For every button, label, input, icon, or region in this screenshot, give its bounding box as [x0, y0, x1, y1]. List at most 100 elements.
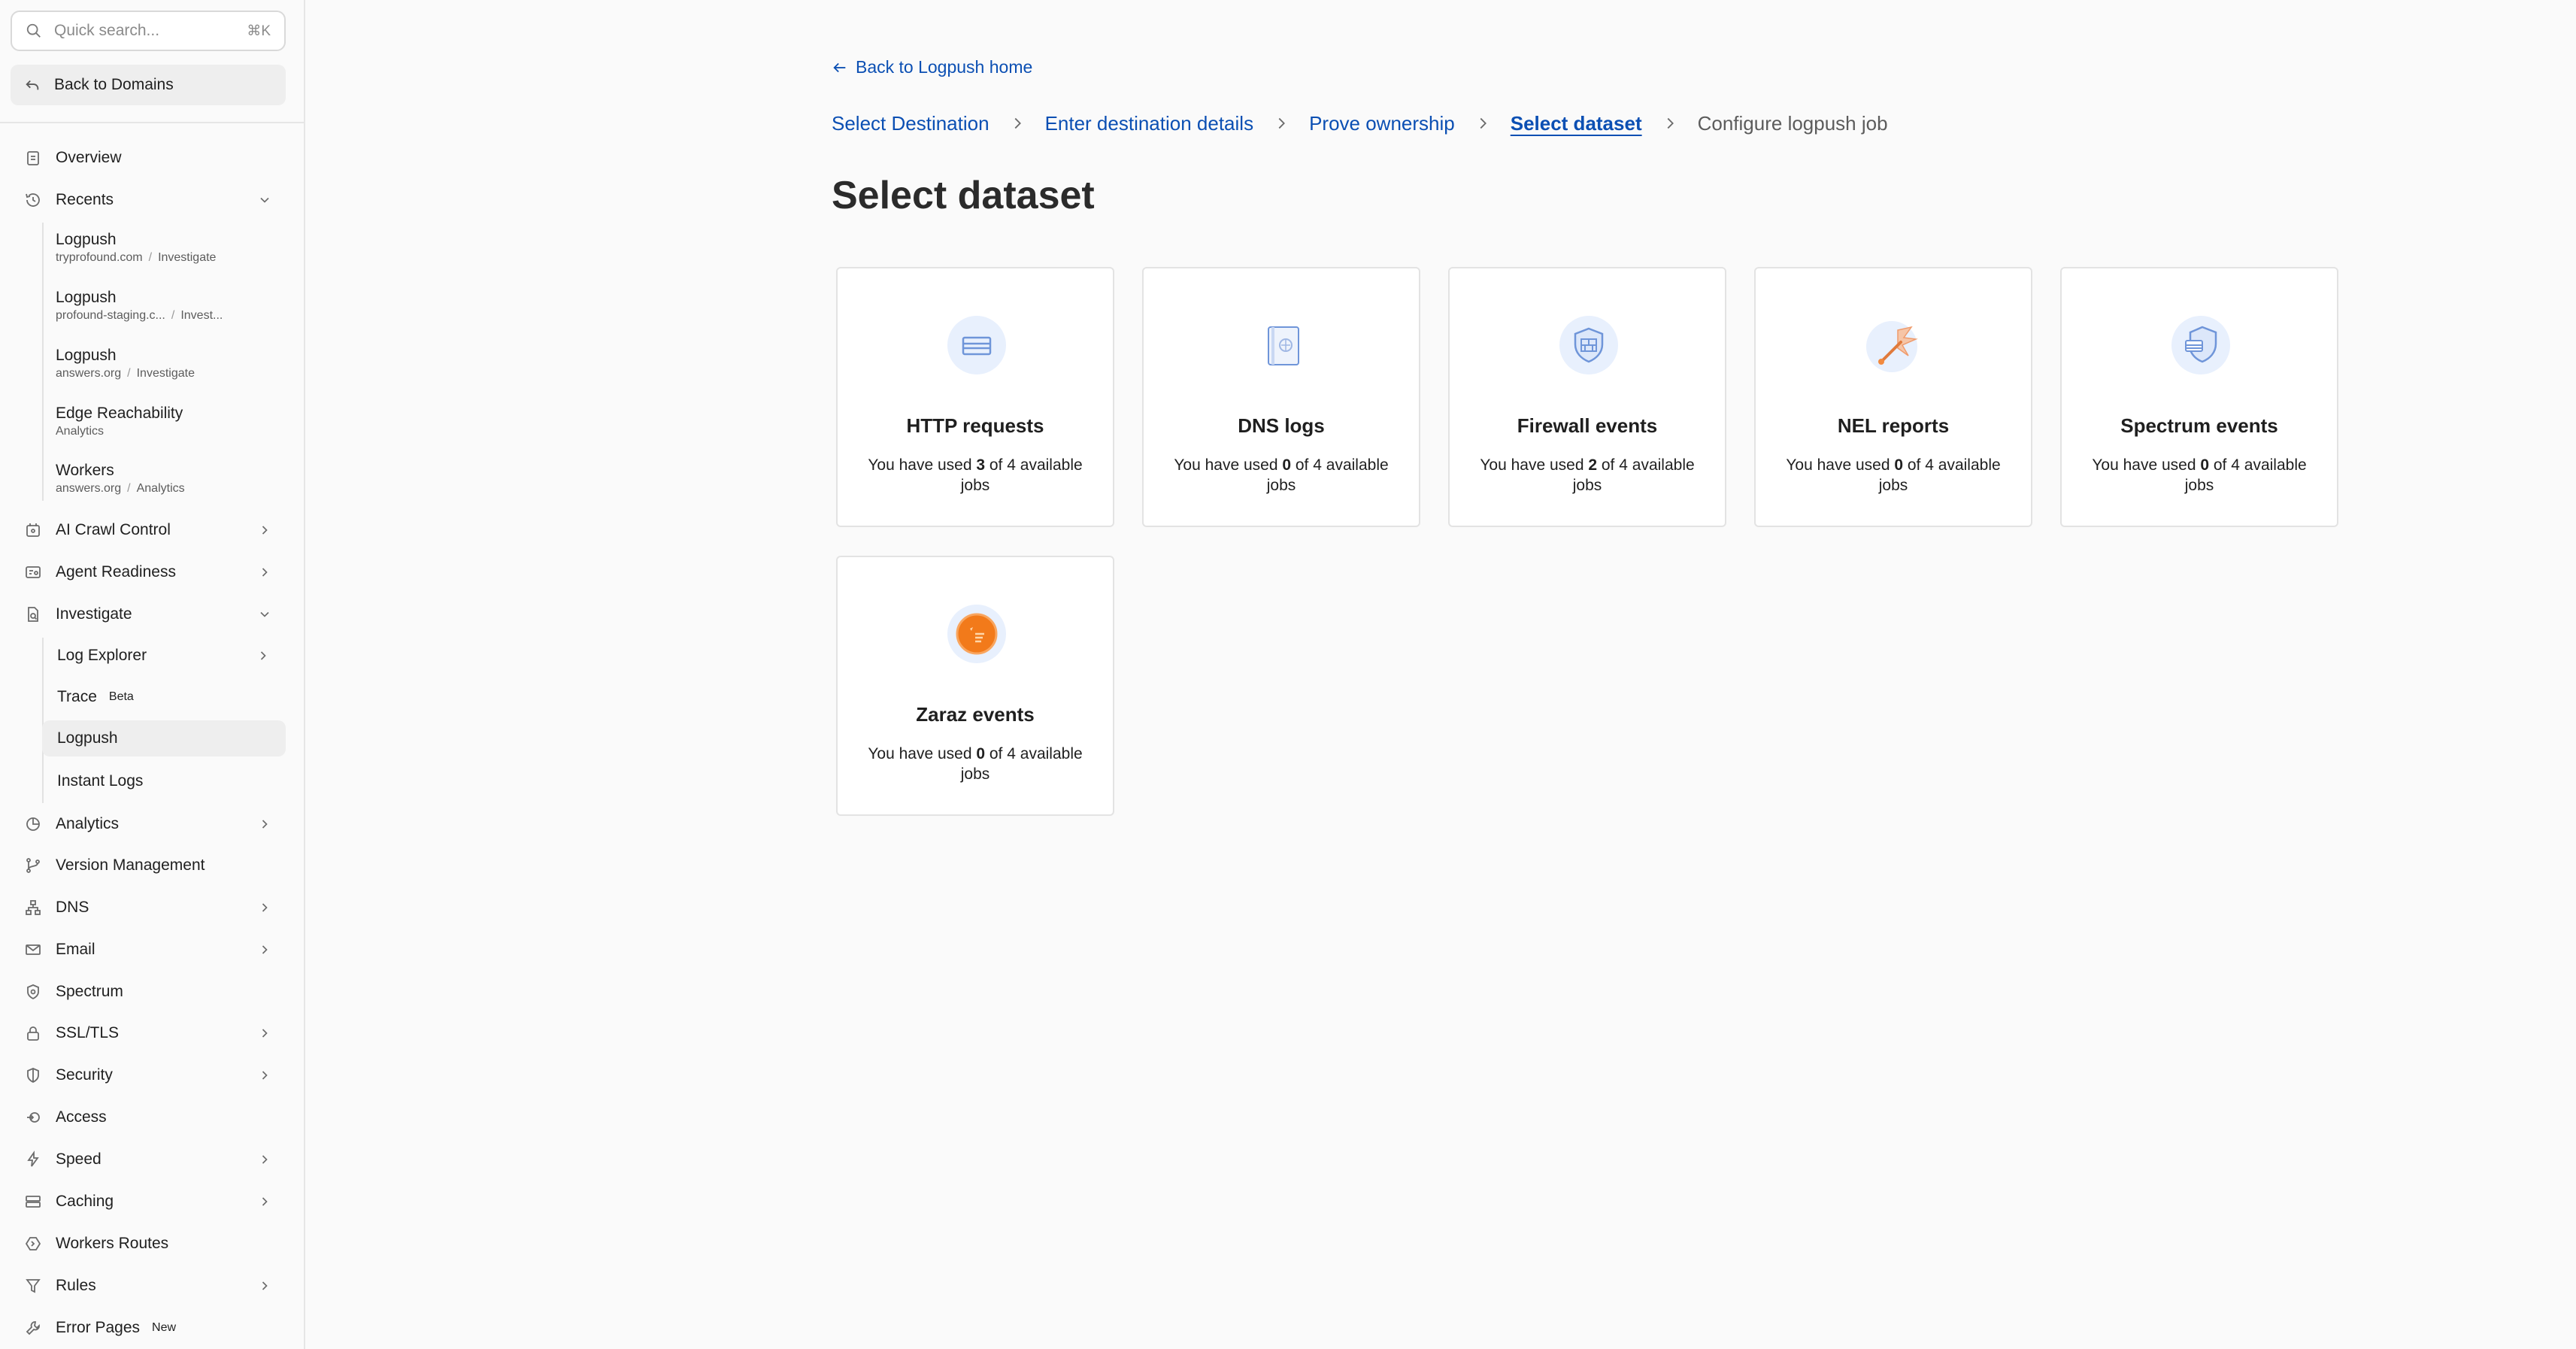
- dataset-card-dns-logs[interactable]: DNS logs You have used 0 of 4 available …: [1142, 267, 1420, 527]
- chevron-right-icon: [260, 651, 266, 660]
- sidebar-item-instant-logs[interactable]: Instant Logs: [42, 763, 286, 799]
- sidebar: Quick search... ⌘K Back to Domains Overv…: [0, 0, 305, 1349]
- beta-badge: Beta: [108, 690, 134, 703]
- shield-icon: [27, 984, 39, 1000]
- dns-logs-icon: [1268, 326, 1299, 365]
- storage-icon: [26, 1196, 41, 1208]
- spectrum-icon: [2171, 316, 2230, 374]
- chevron-right-icon: [262, 1029, 268, 1038]
- dataset-usage: You have used 2 of 4 available jobs: [1480, 456, 1695, 494]
- page-title: Select dataset: [832, 174, 1095, 217]
- sidebar-item-logpush[interactable]: Logpush: [42, 720, 286, 756]
- dataset-name: Spectrum events: [2120, 414, 2278, 437]
- sidebar-item-email[interactable]: Email: [11, 932, 286, 968]
- back-to-domains-button[interactable]: Back to Domains: [11, 65, 286, 105]
- pie-chart-icon: [26, 817, 40, 831]
- sidebar-item-ssl-tls[interactable]: SSL/TLS: [11, 1015, 286, 1051]
- chevron-right-icon: [262, 945, 268, 954]
- agent-icon: [26, 566, 41, 578]
- dataset-usage: You have used 0 of 4 available jobs: [1174, 456, 1389, 494]
- recent-item[interactable]: Workers answers.org / Analytics: [56, 461, 281, 497]
- chevron-right-icon: [262, 526, 268, 535]
- recent-item[interactable]: Logpush profound-staging.c... / Invest...: [56, 288, 281, 324]
- dataset-name: DNS logs: [1238, 414, 1325, 437]
- clipboard-icon: [27, 151, 39, 165]
- chevron-right-icon: [262, 903, 268, 912]
- sidebar-item-access[interactable]: Access: [11, 1099, 286, 1135]
- chevron-right-icon: [1278, 117, 1286, 129]
- sidebar-item-caching[interactable]: Caching: [11, 1184, 286, 1220]
- search-placeholder: Quick search...: [54, 22, 160, 39]
- http-requests-icon: [947, 316, 1006, 374]
- email-icon: [26, 944, 41, 955]
- dataset-name: Zaraz events: [916, 703, 1035, 726]
- dataset-name: HTTP requests: [906, 414, 1044, 437]
- dataset-card-zaraz-events[interactable]: Zaraz events You have used 0 of 4 availa…: [836, 556, 1114, 816]
- sidebar-item-overview[interactable]: Overview: [11, 140, 286, 176]
- sidebar-item-trace[interactable]: Trace Beta: [42, 679, 286, 715]
- sidebar-item-agent-readiness[interactable]: Agent Readiness: [11, 554, 286, 590]
- sidebar-item-workers-routes[interactable]: Workers Routes: [11, 1226, 286, 1262]
- wrench-icon: [26, 1321, 40, 1335]
- dataset-usage: You have used 0 of 4 available jobs: [1786, 456, 2001, 494]
- lightning-icon: [27, 1150, 39, 1167]
- sidebar-item-recents[interactable]: Recents: [11, 182, 286, 218]
- sidebar-item-version-management[interactable]: Version Management: [11, 847, 286, 884]
- history-icon: [26, 193, 40, 207]
- quick-search-input[interactable]: Quick search... ⌘K: [11, 11, 286, 51]
- sidebar-item-ai-crawl-control[interactable]: AI Crawl Control: [11, 512, 286, 548]
- step-select-destination[interactable]: Select Destination: [832, 112, 989, 135]
- git-branch-icon: [26, 858, 40, 873]
- back-to-logpush-home-link[interactable]: Back to Logpush home: [832, 57, 1032, 77]
- sidebar-item-speed[interactable]: Speed: [11, 1141, 286, 1178]
- chevron-right-icon: [262, 1281, 268, 1290]
- workers-icon: [25, 1237, 41, 1250]
- dataset-card-http-requests[interactable]: HTTP requests You have used 3 of 4 avail…: [836, 267, 1114, 527]
- chevron-right-icon: [262, 1155, 268, 1164]
- sidebar-item-rules[interactable]: Rules: [11, 1268, 286, 1304]
- step-enter-destination-details[interactable]: Enter destination details: [1045, 112, 1254, 135]
- step-prove-ownership[interactable]: Prove ownership: [1309, 112, 1455, 135]
- lock-icon: [27, 1026, 39, 1041]
- robot-calendar-icon: [26, 523, 40, 537]
- recent-item[interactable]: Logpush tryprofound.com / Investigate: [56, 230, 281, 266]
- sidebar-item-security[interactable]: Security: [11, 1057, 286, 1093]
- stepper: Select Destination Enter destination det…: [832, 108, 1888, 138]
- sidebar-item-spectrum[interactable]: Spectrum: [11, 974, 286, 1010]
- search-icon: [26, 23, 41, 38]
- search-shortcut: ⌘K: [247, 23, 271, 39]
- chevron-down-icon: [260, 197, 269, 203]
- dataset-usage: You have used 0 of 4 available jobs: [2092, 456, 2307, 494]
- funnel-icon: [26, 1279, 41, 1293]
- dataset-usage: You have used 0 of 4 available jobs: [868, 745, 1083, 783]
- chevron-right-icon: [1667, 117, 1674, 129]
- chevron-right-icon: [262, 820, 268, 829]
- zaraz-icon: [947, 605, 1006, 663]
- chevron-right-icon: [1014, 117, 1021, 129]
- sign-in-icon: [27, 1112, 40, 1123]
- dataset-card-firewall-events[interactable]: Firewall events You have used 2 of 4 ava…: [1448, 267, 1726, 527]
- sidebar-item-analytics[interactable]: Analytics: [11, 806, 286, 842]
- recent-item[interactable]: Logpush answers.org / Investigate: [56, 346, 281, 382]
- dataset-card-spectrum-events[interactable]: Spectrum events You have used 0 of 4 ava…: [2060, 267, 2338, 527]
- dataset-usage: You have used 3 of 4 available jobs: [868, 456, 1083, 494]
- step-configure-logpush-job: Configure logpush job: [1697, 111, 1888, 135]
- chevron-right-icon: [262, 568, 268, 577]
- dataset-card-nel-reports[interactable]: NEL reports You have used 0 of 4 availab…: [1754, 267, 2032, 527]
- sidebar-item-investigate[interactable]: Investigate: [11, 596, 286, 632]
- sidebar-item-dns[interactable]: DNS: [11, 890, 286, 926]
- dataset-name: NEL reports: [1837, 414, 1950, 437]
- arrow-left-icon: [833, 62, 846, 72]
- step-select-dataset[interactable]: Select dataset: [1511, 112, 1642, 135]
- new-badge: New: [152, 1321, 177, 1334]
- dataset-name: Firewall events: [1517, 414, 1658, 437]
- chevron-right-icon: [262, 1071, 268, 1080]
- sidebar-item-log-explorer[interactable]: Log Explorer: [42, 638, 286, 674]
- chevron-right-icon: [262, 1197, 268, 1206]
- nel-reports-icon: [1866, 321, 1918, 372]
- firewall-icon: [1559, 316, 1618, 374]
- shield-icon: [27, 1068, 39, 1084]
- sidebar-divider: [0, 122, 304, 123]
- recent-item[interactable]: Edge Reachability Analytics: [56, 404, 281, 440]
- sidebar-item-error-pages[interactable]: Error Pages New: [11, 1310, 286, 1346]
